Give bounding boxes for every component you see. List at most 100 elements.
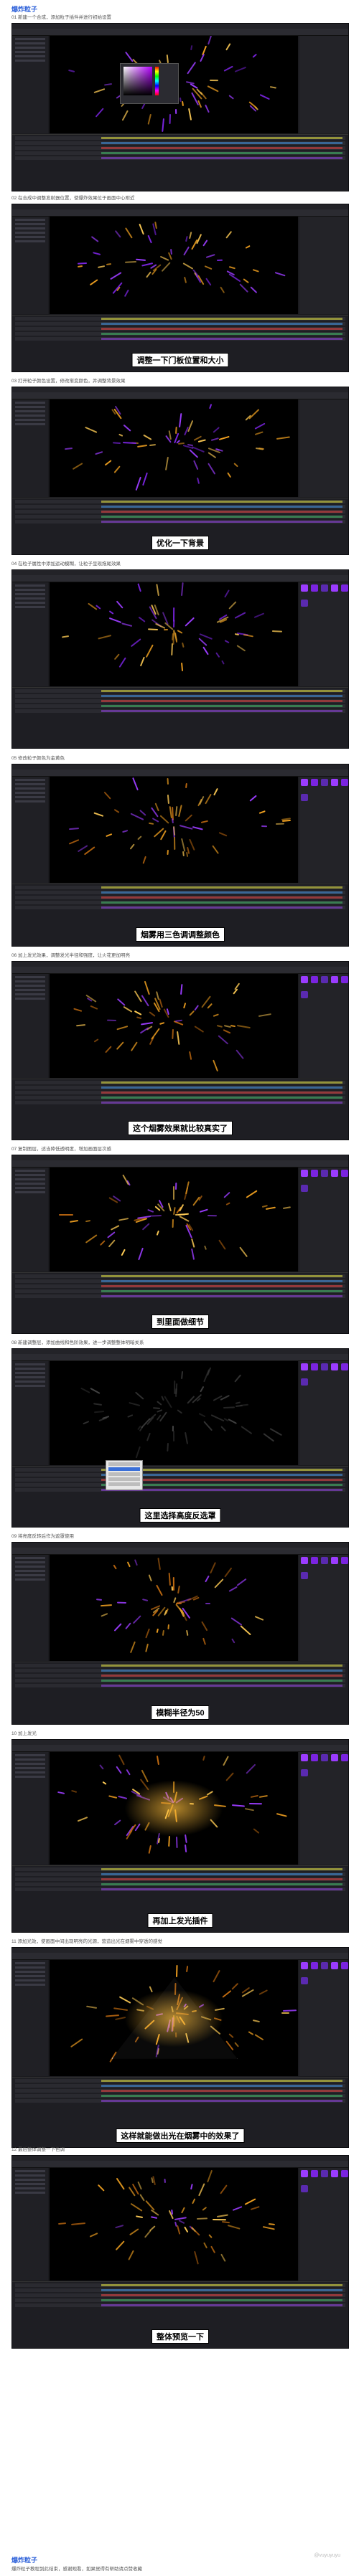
- preset-swatch[interactable]: [321, 1363, 328, 1370]
- menu-item[interactable]: [108, 1477, 140, 1481]
- layer-duration-bar[interactable]: [101, 2100, 342, 2102]
- timeline-panel[interactable]: [12, 687, 348, 748]
- preset-swatch[interactable]: [311, 779, 318, 786]
- preset-swatch[interactable]: [311, 1557, 318, 1564]
- composition-viewer[interactable]: [50, 217, 298, 314]
- preset-swatch[interactable]: [341, 1363, 348, 1370]
- project-item[interactable]: [15, 2187, 45, 2189]
- toolbar[interactable]: [12, 2161, 348, 2168]
- timeline-layer[interactable]: [15, 699, 345, 703]
- effects-panel[interactable]: [299, 217, 348, 314]
- layer-duration-bar[interactable]: [101, 147, 342, 149]
- timeline-layer[interactable]: [15, 2283, 345, 2287]
- timeline-layer[interactable]: [15, 1883, 345, 1886]
- preset-swatch[interactable]: [301, 600, 308, 607]
- toolbar[interactable]: [12, 1745, 348, 1752]
- layer-duration-bar[interactable]: [101, 1873, 342, 1875]
- timeline-layer[interactable]: [15, 1888, 345, 1891]
- timeline-layer[interactable]: [15, 1289, 345, 1293]
- composition-viewer[interactable]: [50, 582, 298, 686]
- toolbar[interactable]: [12, 967, 348, 974]
- timeline-layer[interactable]: [15, 906, 345, 909]
- layer-duration-bar[interactable]: [101, 1285, 342, 1287]
- preset-swatch[interactable]: [301, 1754, 308, 1761]
- project-item[interactable]: [15, 796, 45, 798]
- project-item[interactable]: [15, 2174, 45, 2177]
- layer-duration-bar[interactable]: [101, 501, 342, 503]
- project-item[interactable]: [15, 779, 45, 781]
- project-item[interactable]: [15, 1962, 45, 1964]
- preset-swatch[interactable]: [321, 2170, 328, 2177]
- project-item[interactable]: [15, 593, 45, 595]
- toolbar[interactable]: [12, 770, 348, 777]
- project-panel[interactable]: [12, 1752, 48, 1865]
- timeline-layer[interactable]: [15, 515, 345, 518]
- layer-duration-bar[interactable]: [101, 2085, 342, 2087]
- layer-duration-bar[interactable]: [101, 891, 342, 894]
- timeline-layer[interactable]: [15, 1274, 345, 1278]
- timeline-layer[interactable]: [15, 2094, 345, 2098]
- project-panel[interactable]: [12, 2168, 48, 2281]
- project-item[interactable]: [15, 597, 45, 600]
- layer-duration-bar[interactable]: [101, 690, 342, 692]
- effects-panel[interactable]: [299, 36, 348, 133]
- preset-swatch[interactable]: [301, 991, 308, 998]
- project-item[interactable]: [15, 38, 45, 40]
- preset-swatch[interactable]: [301, 1769, 308, 1776]
- project-item[interactable]: [15, 1363, 45, 1365]
- timeline-layer[interactable]: [15, 1101, 345, 1104]
- layer-duration-bar[interactable]: [101, 2304, 342, 2306]
- project-item[interactable]: [15, 2170, 45, 2172]
- layer-duration-bar[interactable]: [101, 2090, 342, 2092]
- layer-duration-bar[interactable]: [101, 152, 342, 154]
- layer-duration-bar[interactable]: [101, 323, 342, 325]
- project-item[interactable]: [15, 1971, 45, 1973]
- layer-duration-bar[interactable]: [101, 906, 342, 909]
- preset-swatch[interactable]: [311, 1962, 318, 1969]
- effects-panel[interactable]: [299, 1960, 348, 2076]
- preset-swatch[interactable]: [331, 1754, 338, 1761]
- layer-duration-bar[interactable]: [101, 333, 342, 335]
- preset-swatch[interactable]: [301, 1378, 308, 1386]
- timeline-layer[interactable]: [15, 901, 345, 904]
- layer-duration-bar[interactable]: [101, 328, 342, 330]
- timeline-layer[interactable]: [15, 1877, 345, 1881]
- layer-duration-bar[interactable]: [101, 1290, 342, 1292]
- timeline-layer[interactable]: [15, 151, 345, 155]
- timeline-layer[interactable]: [15, 2079, 345, 2083]
- layer-duration-bar[interactable]: [101, 1675, 342, 1677]
- preset-swatch[interactable]: [331, 1170, 338, 1177]
- composition-viewer[interactable]: [50, 974, 298, 1078]
- preset-swatch[interactable]: [301, 584, 308, 592]
- project-item[interactable]: [15, 787, 45, 790]
- preset-swatch[interactable]: [321, 1170, 328, 1177]
- preset-swatch[interactable]: [341, 584, 348, 592]
- preset-swatch[interactable]: [301, 2185, 308, 2192]
- project-item[interactable]: [15, 606, 45, 608]
- timeline-layer[interactable]: [15, 2293, 345, 2297]
- layer-duration-bar[interactable]: [101, 2289, 342, 2291]
- preset-swatch[interactable]: [301, 794, 308, 801]
- project-item[interactable]: [15, 1174, 45, 1176]
- layer-duration-bar[interactable]: [101, 511, 342, 513]
- layer-duration-bar[interactable]: [101, 896, 342, 899]
- color-picker-dialog[interactable]: [120, 63, 179, 104]
- timeline-layer[interactable]: [15, 317, 345, 321]
- menu-bar[interactable]: [12, 1543, 348, 1548]
- layer-duration-bar[interactable]: [101, 2284, 342, 2286]
- color-field[interactable]: [123, 67, 152, 95]
- layer-duration-bar[interactable]: [101, 1102, 342, 1104]
- project-item[interactable]: [15, 1561, 45, 1563]
- preset-swatch[interactable]: [301, 779, 308, 786]
- timeline-layer[interactable]: [15, 136, 345, 140]
- preset-swatch[interactable]: [331, 976, 338, 983]
- timeline-layer[interactable]: [15, 1867, 345, 1871]
- layer-duration-bar[interactable]: [101, 1888, 342, 1890]
- preset-swatch[interactable]: [341, 976, 348, 983]
- menu-bar[interactable]: [12, 962, 348, 967]
- project-item[interactable]: [15, 419, 45, 421]
- layer-duration-bar[interactable]: [101, 157, 342, 159]
- project-panel[interactable]: [12, 399, 48, 497]
- preset-swatch[interactable]: [341, 1754, 348, 1761]
- layer-duration-bar[interactable]: [101, 886, 342, 889]
